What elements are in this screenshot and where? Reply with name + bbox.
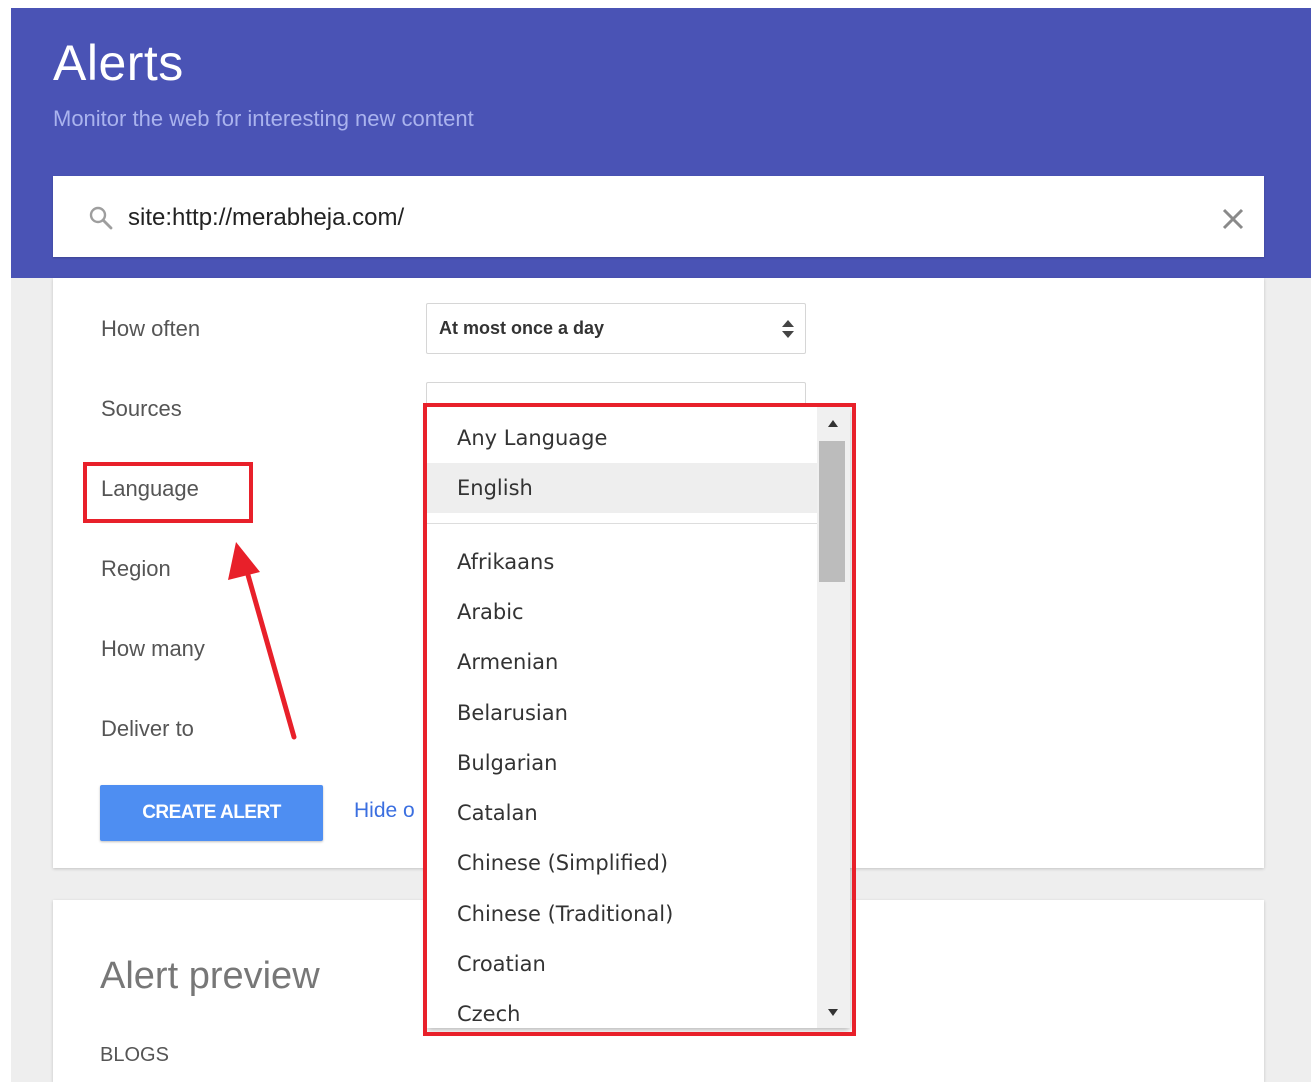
create-alert-button[interactable]: CREATE ALERT bbox=[100, 785, 323, 841]
close-icon[interactable] bbox=[1220, 206, 1246, 232]
preview-section-heading: BLOGS bbox=[100, 1044, 169, 1066]
hide-options-link[interactable]: Hide o bbox=[354, 799, 415, 823]
how-often-value: At most once a day bbox=[439, 318, 605, 338]
annotation-arrow-icon bbox=[228, 542, 297, 740]
search-icon bbox=[89, 206, 113, 230]
how-often-select[interactable]: At most once a day bbox=[426, 303, 806, 354]
deliver-to-label: Deliver to bbox=[101, 716, 194, 741]
search-query[interactable]: site:http://merabheja.com/ bbox=[128, 204, 404, 232]
select-arrows-icon bbox=[782, 320, 794, 338]
alert-preview-title: Alert preview bbox=[100, 955, 320, 997]
sources-label: Sources bbox=[101, 396, 182, 421]
how-often-label: How often bbox=[101, 316, 201, 341]
how-many-label: How many bbox=[101, 636, 205, 661]
dropdown-highlight-box bbox=[423, 403, 856, 1036]
page-subtitle: Monitor the web for interesting new cont… bbox=[53, 106, 474, 131]
page-title: Alerts bbox=[53, 35, 184, 91]
region-label: Region bbox=[101, 556, 171, 581]
language-highlight-box bbox=[83, 462, 253, 523]
